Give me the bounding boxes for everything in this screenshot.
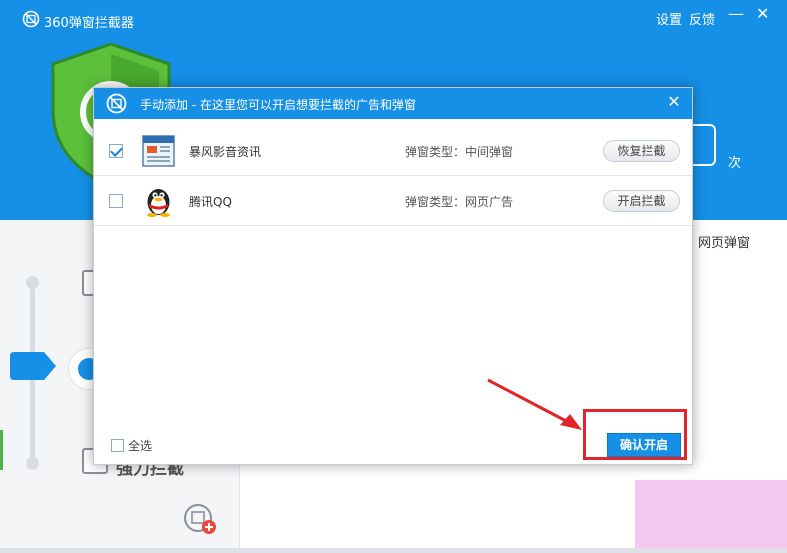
app-name: 暴风影音资讯 — [189, 145, 262, 159]
popup-type: 弹窗类型：中间弹窗 — [405, 145, 514, 159]
app-title: 360弹窗拦截器 — [44, 16, 134, 31]
highlight-box — [583, 409, 687, 460]
select-all-checkbox[interactable] — [111, 439, 124, 452]
dialog-close-button[interactable]: ✕ — [664, 92, 684, 112]
list-item: 腾讯QQ 弹窗类型：网页广告 开启拦截 — [94, 176, 692, 226]
storm-video-news-icon — [142, 135, 175, 167]
select-all-label[interactable]: 全选 — [128, 437, 152, 454]
app-name: 腾讯QQ — [189, 195, 232, 209]
window-close-button[interactable]: ✕ — [756, 4, 769, 24]
enable-block-button[interactable]: 开启拦截 — [603, 190, 680, 212]
watermark-area — [635, 480, 787, 553]
manual-add-icon[interactable] — [183, 503, 217, 535]
arrow-icon — [487, 378, 582, 430]
slider-stop-top[interactable] — [26, 276, 39, 289]
dialog-titlebar: 手动添加 - 在这里您可以开启想要拦截的广告和弹窗 ✕ — [94, 88, 692, 119]
app-logo-icon — [22, 10, 40, 28]
feedback-link[interactable]: 反馈 — [689, 9, 715, 28]
popup-block-icon — [106, 93, 127, 114]
list-item: 暴风影音资讯 弹窗类型：中间弹窗 恢复拦截 — [94, 126, 692, 176]
row-checkbox[interactable] — [109, 194, 123, 208]
status-strip — [0, 548, 787, 553]
mode-slider-handle[interactable] — [10, 352, 56, 380]
row-checkbox[interactable] — [109, 144, 123, 158]
settings-link[interactable]: 设置 — [656, 9, 682, 28]
dialog-title: 手动添加 - 在这里您可以开启想要拦截的广告和弹窗 — [140, 98, 416, 112]
block-count-unit: 次 — [728, 156, 742, 171]
side-accent — [0, 430, 3, 470]
popup-type: 弹窗类型：网页广告 — [405, 195, 514, 209]
minimize-button[interactable]: — — [728, 4, 744, 24]
slider-stop-bottom[interactable] — [26, 457, 39, 470]
restore-block-button[interactable]: 恢复拦截 — [603, 140, 680, 162]
qq-penguin-icon — [147, 189, 170, 217]
web-popup-mode-label: 网页弹窗 — [698, 236, 751, 251]
